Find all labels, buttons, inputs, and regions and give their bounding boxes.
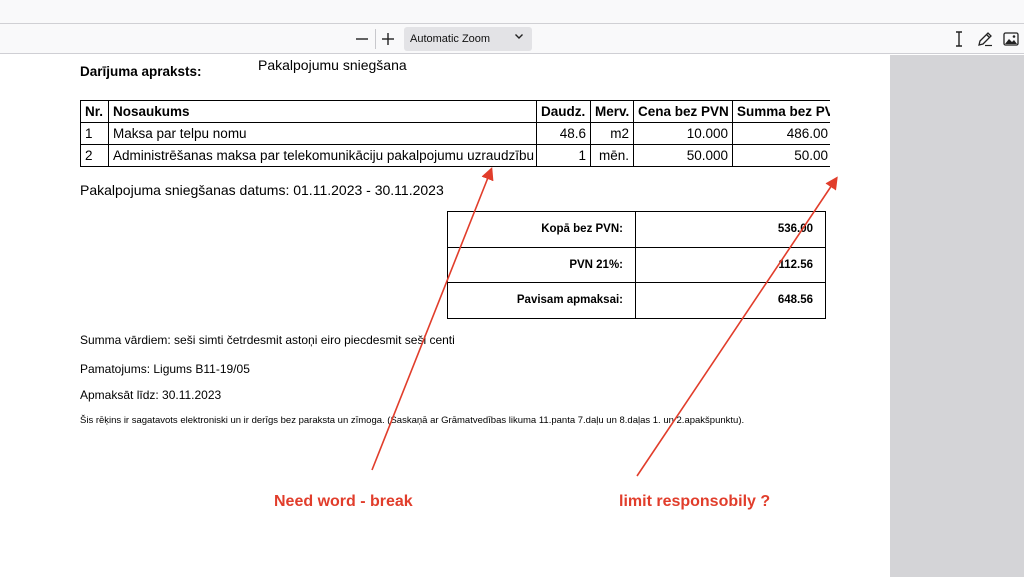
totals-table: Kopā bez PVN: 536.00 PVN 21%: 112.56 Pav… [447,211,826,319]
totals-value: 536.00 [635,211,826,248]
totals-row: Pavisam apmaksai: 648.56 [447,282,826,319]
add-image-button[interactable] [999,27,1023,51]
text-cursor-icon [956,31,962,47]
totals-label: Kopā bez PVN: [447,211,636,248]
annotation-limit: limit responsobily ? [619,493,771,510]
amount-in-words: Summa vārdiem: seši simti četrdesmit ast… [80,333,455,347]
totals-value: 112.56 [635,246,826,283]
table-row: 1 Maksa par telpu nomu 48.6 m2 10.000 48… [80,122,830,145]
basis: Pamatojums: Ligums B11-19/05 [80,362,250,376]
draw-button[interactable] [973,27,997,51]
header-daudz: Daudz. [536,100,591,123]
cell-qty: 48.6 [536,122,591,145]
cell-qty: 1 [536,144,591,167]
cell-price: 50.000 [633,144,733,167]
chevron-down-icon [514,30,524,44]
viewer-background [890,55,1024,577]
cell-name: Maksa par telpu nomu [108,122,537,145]
cell-nr: 1 [80,122,109,145]
zoom-select-value: Automatic Zoom [410,33,491,45]
text-select-button[interactable] [947,27,971,51]
description-label: Darījuma apraksts: [80,64,202,79]
items-table-clip: Nr. Nosaukums Daudz. Merv. Cena bez PVN … [80,100,830,170]
totals-row: Kopā bez PVN: 536.00 [447,211,826,248]
header-nr: Nr. [80,100,109,123]
cell-price: 10.000 [633,122,733,145]
zoom-out-button[interactable] [350,27,374,51]
cell-sum: 50.00 [732,144,830,167]
header-merv: Merv. [590,100,634,123]
annotation-word-break: Need word - break [274,493,413,510]
window-top-strip [0,0,1024,24]
service-date: Pakalpojuma sniegšanas datums: 01.11.202… [80,182,444,198]
totals-label: Pavisam apmaksai: [447,282,636,319]
table-header-row: Nr. Nosaukums Daudz. Merv. Cena bez PVN … [80,100,830,123]
totals-row: PVN 21%: 112.56 [447,246,826,283]
zoom-in-button[interactable] [376,27,400,51]
zoom-out-icon [356,38,368,40]
footnote: Šis rēķins ir sagatavots elektroniski un… [80,415,745,426]
header-summa: Summa bez PVN [732,100,830,123]
table-row: 2 Administrēšanas maksa par telekomunikā… [80,144,830,167]
header-cena: Cena bez PVN [633,100,733,123]
cell-unit: m2 [590,122,634,145]
image-icon [1003,32,1019,46]
totals-label: PVN 21%: [447,246,636,283]
zoom-select[interactable]: Automatic Zoom [404,27,532,51]
pencil-icon [978,32,992,47]
zoom-in-icon [382,33,394,45]
cell-sum: 486.00 [732,122,830,145]
description-value: Pakalpojumu sniegšana [258,57,407,73]
totals-value: 648.56 [635,282,826,319]
header-nosaukums: Nosaukums [108,100,537,123]
cell-unit: mēn. [590,144,634,167]
cell-nr: 2 [80,144,109,167]
cell-name: Administrēšanas maksa par telekomunikāci… [108,144,537,167]
pay-by-date: Apmaksāt līdz: 30.11.2023 [80,388,222,402]
items-table: Nr. Nosaukums Daudz. Merv. Cena bez PVN … [80,100,830,167]
